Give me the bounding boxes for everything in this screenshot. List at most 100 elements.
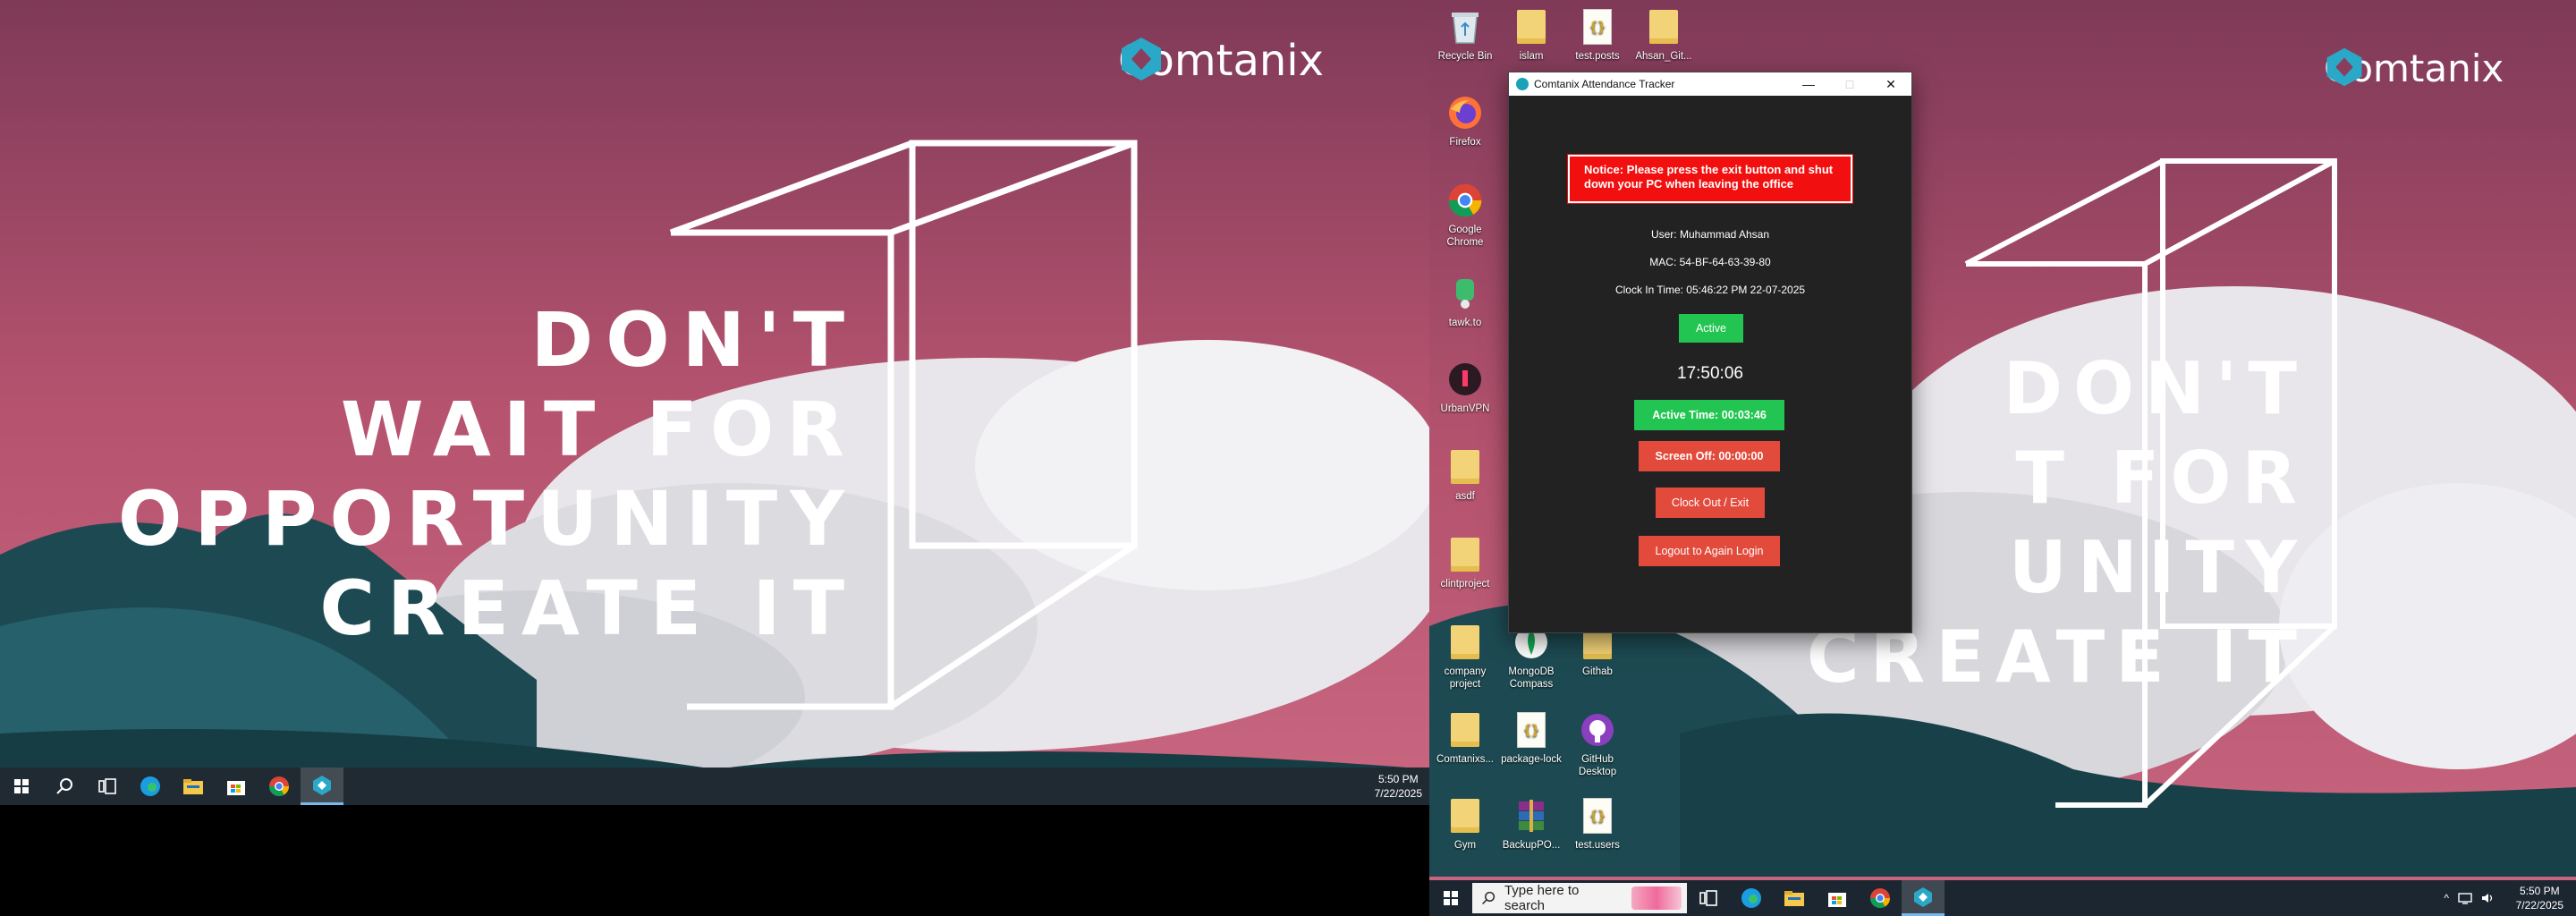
- desktop-icon-company-project[interactable]: company project: [1429, 623, 1501, 691]
- desktop-icon-clintproject[interactable]: clintproject: [1429, 535, 1501, 590]
- taskbar-store[interactable]: [1816, 880, 1859, 916]
- github-icon: [1581, 714, 1614, 746]
- desktop-icon-label: tawk.to: [1448, 318, 1482, 328]
- desktop-icon-islam[interactable]: islam: [1496, 7, 1567, 63]
- json-file-icon: {}: [1583, 9, 1612, 45]
- slogan-line: DON'T: [530, 296, 857, 384]
- file-explorer-icon: [1784, 891, 1804, 906]
- tracker-icon: [1914, 886, 1932, 907]
- maximize-button[interactable]: □: [1829, 72, 1870, 96]
- firefox-icon: [1449, 97, 1481, 129]
- file-explorer-icon: [183, 779, 203, 794]
- screen-off-display: Screen Off: 00:00:00: [1639, 441, 1780, 471]
- desktop-icon-label: Comtanixs...: [1436, 754, 1494, 765]
- network-icon[interactable]: [2458, 892, 2472, 904]
- system-tray: ^: [2444, 892, 2496, 904]
- window-titlebar[interactable]: Comtanix Attendance Tracker — □ ✕: [1509, 72, 1911, 96]
- task-view-button[interactable]: [1687, 880, 1730, 916]
- store-icon: [1828, 893, 1846, 907]
- desktop-icon-asdf[interactable]: asdf: [1429, 447, 1501, 503]
- slogan-line: WAIT FOR: [340, 386, 857, 473]
- clock-date: 7/22/2025: [2515, 899, 2563, 912]
- slogan-line: OPPORTUNITY: [117, 475, 857, 563]
- taskbar-chrome[interactable]: [1859, 880, 1902, 916]
- taskbar-attendance-tracker[interactable]: [1902, 880, 1945, 916]
- desktop-icon-label: company project: [1444, 666, 1487, 690]
- desktop-icon-backuppo[interactable]: BackupPO...: [1496, 796, 1567, 852]
- desktop-icon-label: Recycle Bin: [1437, 51, 1493, 62]
- window-title: Comtanix Attendance Tracker: [1534, 78, 1675, 90]
- current-time: 17:50:06: [1677, 364, 1743, 383]
- search-highlight-icon: [1631, 886, 1682, 910]
- taskbar-store[interactable]: [215, 768, 258, 805]
- taskbar-edge[interactable]: [129, 768, 172, 805]
- desktop-icon-label: package-lock: [1501, 754, 1562, 765]
- taskbar-search-box[interactable]: Type here to search: [1472, 883, 1687, 913]
- desktop-icon-test-posts[interactable]: {} test.posts: [1562, 7, 1633, 63]
- brand-logo: Comtanix: [1118, 36, 1324, 86]
- desktop-icon-tawk[interactable]: tawk.to: [1429, 274, 1501, 329]
- desktop-icon-label: Ahsan_Git...: [1635, 51, 1692, 62]
- taskbar-chrome[interactable]: [258, 768, 301, 805]
- desktop-icon-recycle-bin[interactable]: Recycle Bin: [1429, 7, 1501, 63]
- folder-icon: [1451, 799, 1479, 833]
- comtanix-logo-icon: [2326, 47, 2362, 87]
- desktop-icon-label: Google Chrome: [1446, 225, 1484, 248]
- chevron-up-icon[interactable]: ^: [2444, 892, 2449, 904]
- windows-start-icon: [14, 779, 29, 793]
- desktop-icon-label: Firefox: [1449, 137, 1481, 148]
- logout-button[interactable]: Logout to Again Login: [1639, 536, 1780, 566]
- desktop-icon-label: GitHub Desktop: [1578, 754, 1617, 777]
- json-file-icon: {}: [1583, 798, 1612, 834]
- desktop-icon-label: Githab: [1582, 666, 1613, 677]
- taskbar-attendance-tracker[interactable]: [301, 768, 343, 805]
- desktop-icon-ahsan-git[interactable]: Ahsan_Git...: [1628, 7, 1699, 63]
- search-button[interactable]: [43, 768, 86, 805]
- volume-icon[interactable]: [2481, 892, 2496, 904]
- desktop-icon-firefox[interactable]: Firefox: [1429, 93, 1501, 148]
- clock-out-exit-button[interactable]: Clock Out / Exit: [1656, 488, 1765, 518]
- right-taskbar-clock[interactable]: 5:50 PM 7/22/2025: [2516, 884, 2563, 912]
- desktop-icon-label: UrbanVPN: [1440, 403, 1490, 414]
- folder-icon: [1451, 450, 1479, 484]
- desktop-icon-label: test.users: [1575, 840, 1620, 851]
- close-button[interactable]: ✕: [1870, 72, 1911, 96]
- start-button[interactable]: [1429, 880, 1472, 916]
- folder-icon: [1451, 713, 1479, 747]
- left-monitor: DON'T WAIT FOR OPPORTUNITY CREATE IT Com…: [0, 0, 1429, 805]
- active-time-display: Active Time: 00:03:46: [1634, 400, 1784, 430]
- clock-in-label: Clock In Time: 05:46:22 PM 22-07-2025: [1614, 284, 1806, 296]
- chrome-icon: [1870, 888, 1890, 908]
- folder-icon: [1451, 625, 1479, 659]
- vpn-icon: [1449, 363, 1481, 395]
- desktop-icon-gym[interactable]: Gym: [1429, 796, 1501, 852]
- recycle-bin-icon: [1452, 13, 1479, 44]
- desktop-icon-urbanvpn[interactable]: UrbanVPN: [1429, 360, 1501, 415]
- notice-banner: Notice: Please press the exit button and…: [1567, 154, 1853, 204]
- tracker-icon: [313, 775, 331, 795]
- chrome-icon: [269, 776, 289, 796]
- minimize-button[interactable]: —: [1788, 72, 1829, 96]
- left-taskbar: 5:50 PM 7/22/2025: [0, 768, 1429, 805]
- desktop-icon-package-lock[interactable]: {} package-lock: [1496, 710, 1567, 766]
- taskbar-edge[interactable]: [1730, 880, 1773, 916]
- comtanix-logo-icon: [1122, 38, 1161, 81]
- task-view-button[interactable]: [86, 768, 129, 805]
- right-taskbar: Type here to search ^ 5:50 PM 7/22/2025: [1429, 880, 2576, 916]
- start-button[interactable]: [0, 768, 43, 805]
- user-label: User: Muhammad Ahsan: [1650, 228, 1770, 241]
- attendance-tracker-window[interactable]: Comtanix Attendance Tracker — □ ✕ Notice…: [1508, 72, 1912, 633]
- desktop-icon-test-users[interactable]: {} test.users: [1562, 796, 1633, 852]
- winrar-icon: [1519, 800, 1544, 832]
- desktop-icon-label: Gym: [1453, 840, 1477, 851]
- status-badge: Active: [1679, 314, 1743, 343]
- edge-icon: [140, 776, 160, 796]
- taskbar-file-explorer[interactable]: [1773, 880, 1816, 916]
- desktop-icon-github-desktop[interactable]: GitHub Desktop: [1562, 710, 1633, 778]
- taskbar-file-explorer[interactable]: [172, 768, 215, 805]
- left-taskbar-clock[interactable]: 5:50 PM 7/22/2025: [1375, 772, 1422, 801]
- task-view-icon: [1699, 890, 1717, 906]
- search-icon: [56, 778, 72, 794]
- desktop-icon-comtanixs[interactable]: Comtanixs...: [1429, 710, 1501, 766]
- desktop-icon-google-chrome[interactable]: Google Chrome: [1429, 181, 1501, 249]
